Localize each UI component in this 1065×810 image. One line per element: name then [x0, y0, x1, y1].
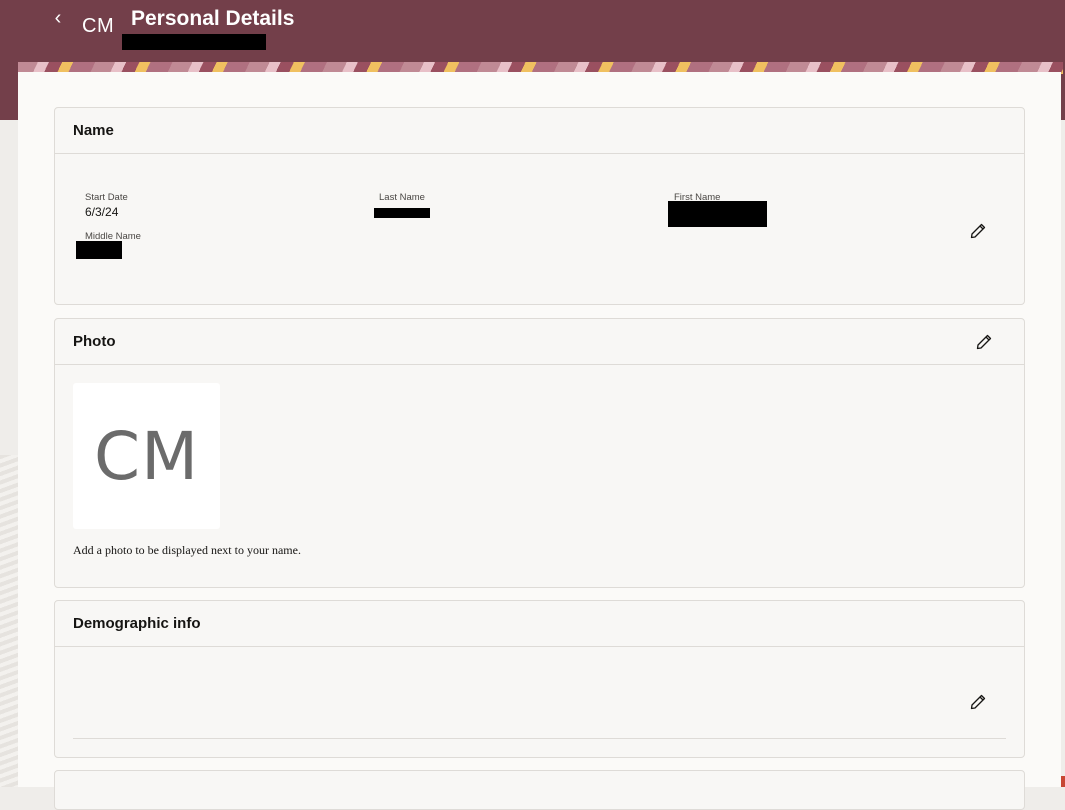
- demographic-divider: [73, 738, 1006, 739]
- demographic-card-header: Demographic info: [55, 601, 1024, 647]
- header-avatar-initials: CM: [82, 15, 115, 37]
- name-card-header: Name: [55, 108, 1024, 154]
- start-date-value: 6/3/24: [85, 205, 119, 219]
- photo-hint-text: Add a photo to be displayed next to your…: [73, 543, 301, 557]
- last-name-label: Last Name: [379, 192, 425, 203]
- start-date-label: Start Date: [85, 192, 128, 203]
- demographic-card: Demographic info: [54, 600, 1025, 758]
- pencil-icon: [976, 334, 992, 350]
- photo-card-title: Photo: [73, 333, 116, 350]
- redacted-middle-name: [76, 241, 122, 259]
- photo-card: Photo CM Add a photo to be displayed nex…: [54, 318, 1025, 588]
- edit-demographic-button[interactable]: [967, 691, 989, 713]
- redacted-last-name: [374, 208, 430, 218]
- pencil-icon: [970, 223, 986, 239]
- background-texture: [0, 455, 18, 787]
- photo-card-header: Photo: [55, 319, 1024, 365]
- back-button[interactable]: ‹: [48, 6, 68, 30]
- redacted-first-name: [668, 201, 767, 227]
- pencil-icon: [970, 694, 986, 710]
- redacted-person-name: [122, 34, 266, 50]
- page-title: Personal Details: [131, 7, 295, 30]
- edit-name-button[interactable]: [967, 220, 989, 242]
- name-card: Name Start Date 6/3/24 Last Name First N…: [54, 107, 1025, 305]
- next-card: [54, 770, 1025, 810]
- profile-photo-placeholder[interactable]: CM: [73, 383, 220, 529]
- photo-initials: CM: [93, 417, 200, 495]
- demographic-card-title: Demographic info: [73, 615, 201, 632]
- name-card-title: Name: [73, 122, 114, 139]
- edit-photo-button[interactable]: [973, 331, 995, 353]
